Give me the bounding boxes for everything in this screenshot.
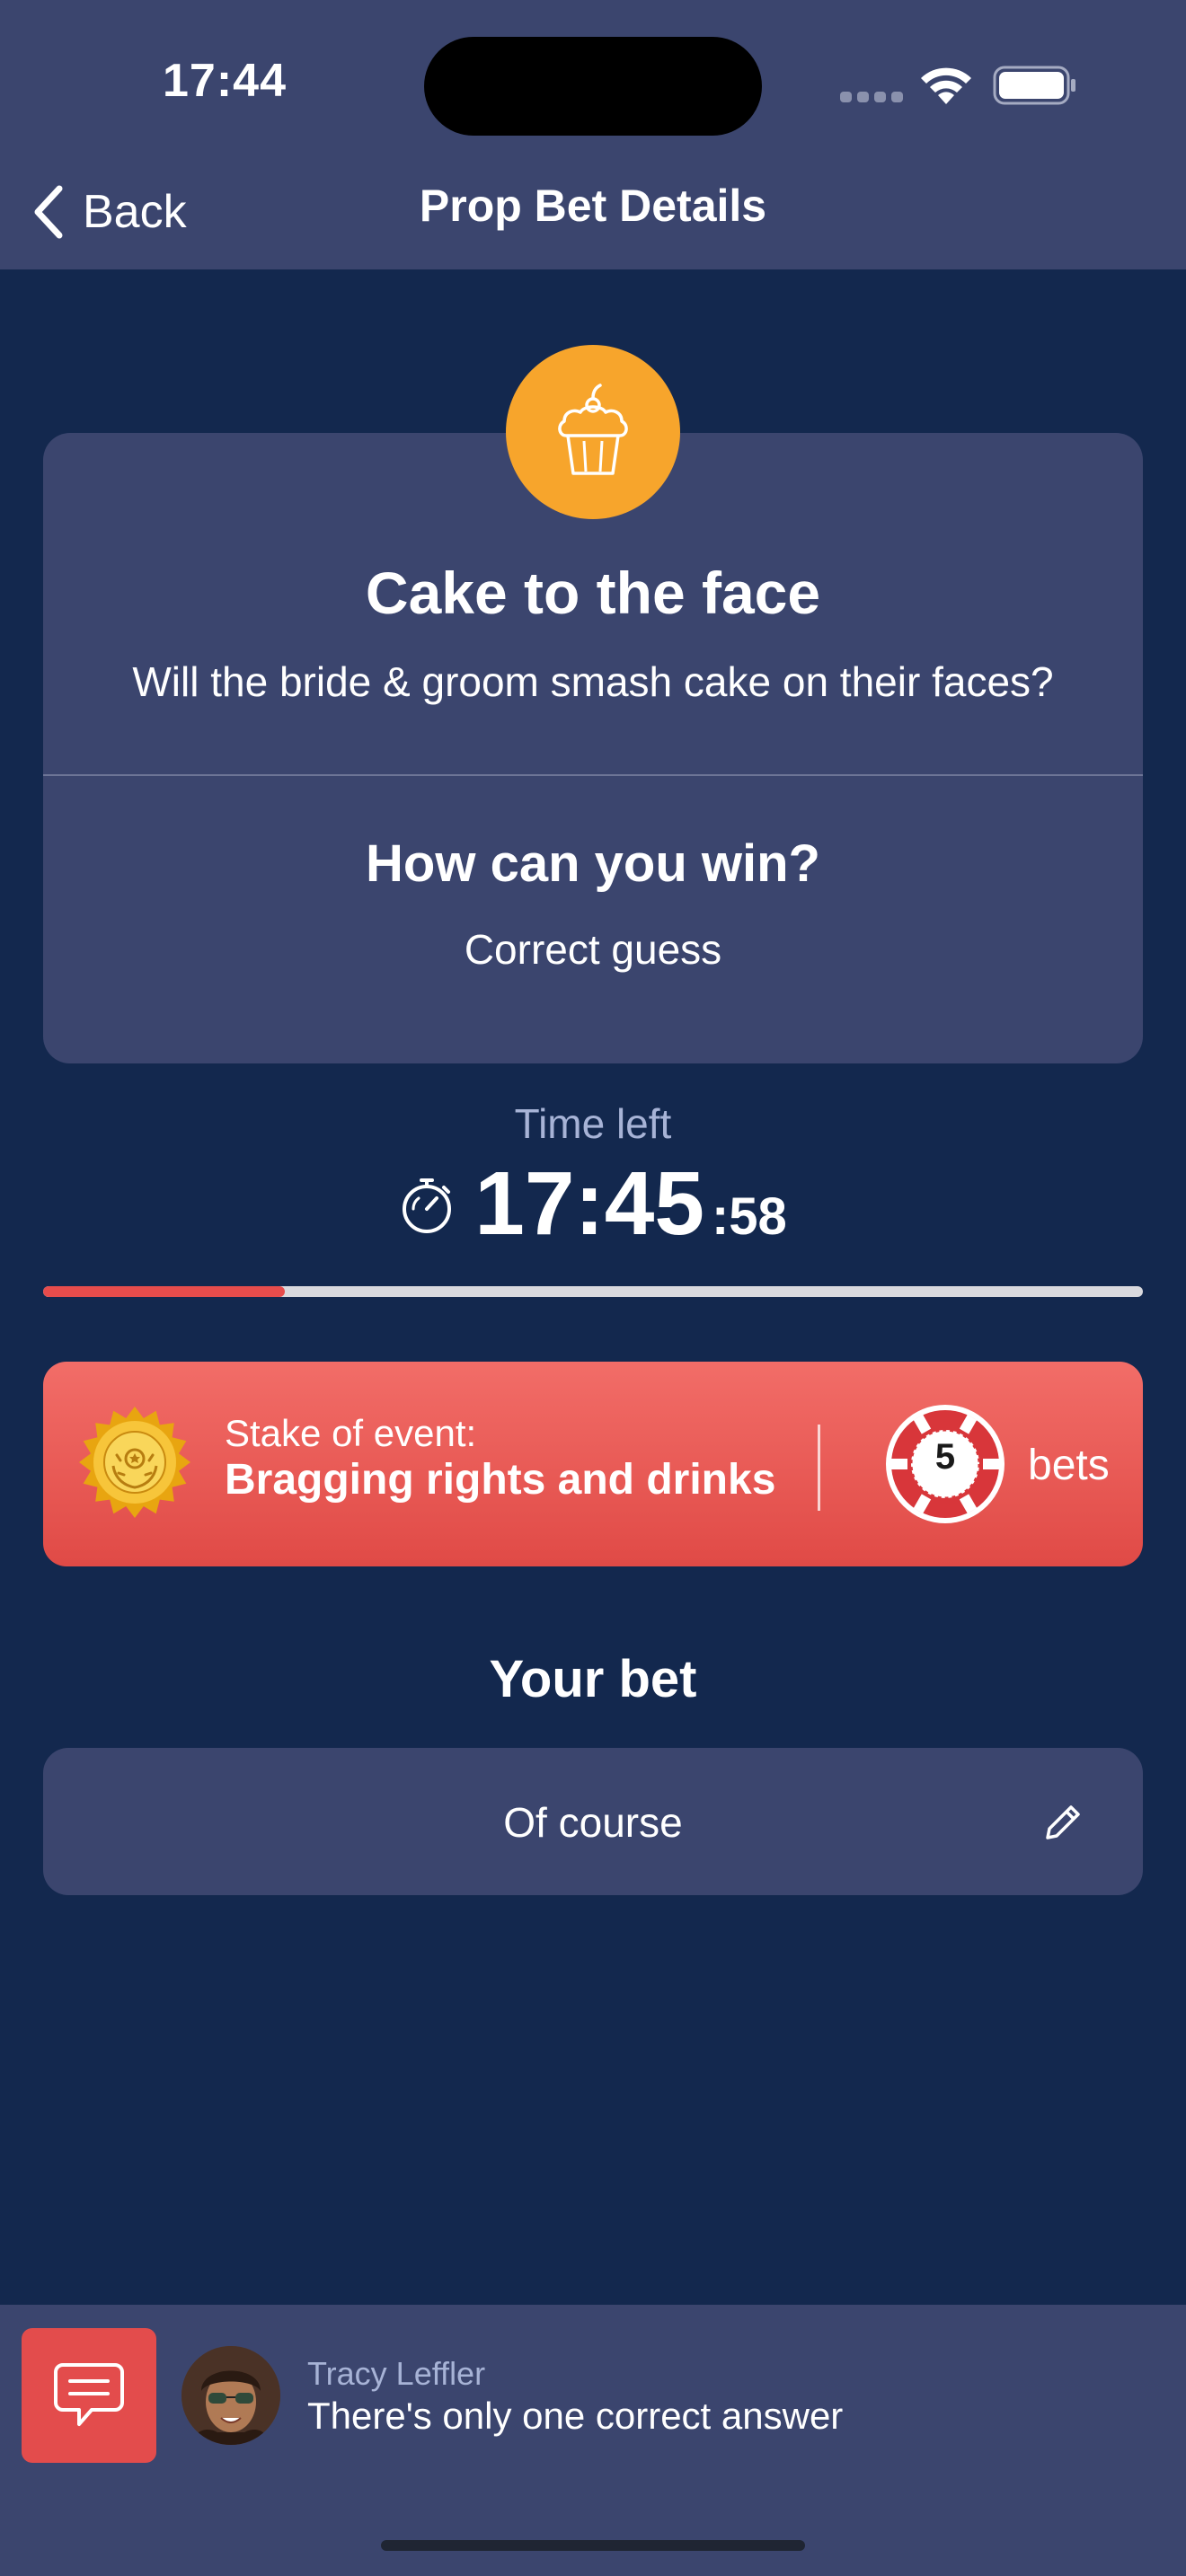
bet-icon-badge: [506, 345, 680, 519]
comment-bar: Tracy Leffler There's only one correct a…: [0, 2305, 1186, 2576]
stake-banner: Stake of event: Bragging rights and drin…: [43, 1362, 1143, 1566]
comment-text: There's only one correct answer: [307, 2395, 844, 2437]
back-button[interactable]: Back: [31, 176, 228, 248]
chat-bubble-icon: [54, 2363, 124, 2426]
win-heading: How can you win?: [366, 834, 820, 893]
home-indicator: [381, 2540, 805, 2551]
status-time: 17:44: [163, 55, 287, 107]
timer-hours-minutes: 17:45: [474, 1153, 704, 1254]
countdown-timer: 17:45 :58: [0, 1150, 1186, 1248]
cupcake-icon: [558, 384, 628, 475]
battery-icon: [993, 66, 1075, 105]
time-progress-bar: [43, 1286, 1143, 1297]
stake-value: Bragging rights and drinks: [225, 1456, 776, 1504]
stake-label: Stake of event:: [225, 1412, 477, 1454]
card-divider: [43, 774, 1143, 776]
chat-button[interactable]: [22, 2328, 156, 2463]
stake-divider: [818, 1425, 820, 1511]
page-title: Prop Bet Details: [419, 181, 767, 231]
your-bet-value: Of course: [503, 1799, 683, 1846]
timer-seconds: :58: [711, 1187, 787, 1246]
wifi-icon: [921, 67, 971, 104]
bet-question: Will the bride & groom smash cake on the…: [132, 658, 1054, 705]
back-label: Back: [83, 186, 187, 238]
medal-icon: [79, 1407, 190, 1518]
avatar[interactable]: [181, 2346, 280, 2445]
dynamic-island: [424, 37, 762, 136]
time-progress-fill: [43, 1286, 286, 1297]
your-bet-field[interactable]: Of course: [43, 1748, 1143, 1895]
top-bar: 17:44 Back Prop Bet Details: [0, 0, 1186, 269]
user-photo: [181, 2346, 280, 2445]
bet-title: Cake to the face: [365, 560, 821, 626]
pencil-edit-icon[interactable]: [1040, 1800, 1085, 1845]
bets-count: 5: [934, 1437, 956, 1477]
chevron-left-icon: [34, 185, 63, 239]
bet-details-card: Cake to the face Will the bride & groom …: [43, 433, 1143, 1063]
stopwatch-icon: [403, 1178, 452, 1233]
your-bet-heading: Your bet: [489, 1650, 697, 1708]
bets-label: bets: [1028, 1442, 1110, 1489]
win-condition: Correct guess: [464, 926, 722, 973]
time-left-label: Time left: [514, 1100, 672, 1147]
cellular-signal-icon: [840, 92, 903, 102]
comment-author: Tracy Leffler: [307, 2355, 486, 2392]
